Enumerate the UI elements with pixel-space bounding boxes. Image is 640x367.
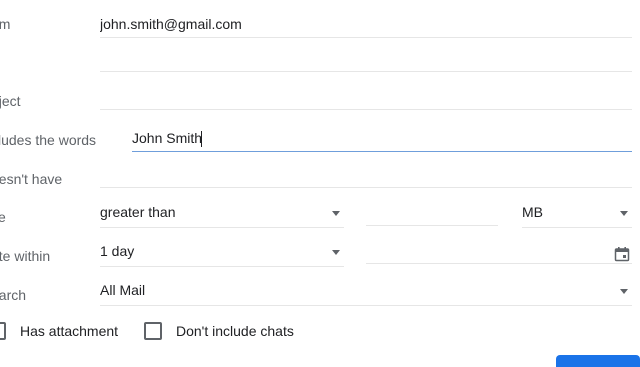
subject-input[interactable] xyxy=(100,82,632,109)
search-scope-label: earch xyxy=(0,287,27,303)
subject-field[interactable] xyxy=(100,82,632,110)
size-label: ze xyxy=(0,209,6,225)
calendar-icon[interactable] xyxy=(614,246,630,262)
search-scope-select[interactable]: All Mail xyxy=(100,278,632,306)
doesnt-have-input[interactable] xyxy=(100,160,632,187)
to-input[interactable] xyxy=(100,44,632,71)
text-cursor xyxy=(201,131,202,147)
doesnt-have-field[interactable] xyxy=(100,160,632,188)
date-input[interactable] xyxy=(366,236,632,263)
from-input[interactable] xyxy=(100,10,632,37)
date-range-select[interactable]: 1 day xyxy=(100,239,344,267)
size-unit-value: MB xyxy=(522,204,543,220)
doesnt-have-label: oesn't have xyxy=(0,171,63,187)
chevron-down-icon xyxy=(620,211,628,216)
search-scope-value: All Mail xyxy=(100,282,146,298)
date-within-label: ate within xyxy=(0,248,51,264)
chevron-down-icon xyxy=(620,289,628,294)
dont-include-chats-label[interactable]: Don't include chats xyxy=(176,323,294,339)
has-words-field[interactable] xyxy=(132,124,632,152)
has-words-label: cludes the words xyxy=(0,132,97,148)
date-field[interactable] xyxy=(366,236,632,264)
subject-label: bject xyxy=(0,93,21,109)
date-range-value: 1 day xyxy=(100,243,135,259)
has-words-input[interactable] xyxy=(132,124,632,151)
from-field[interactable] xyxy=(100,10,632,38)
search-button[interactable] xyxy=(556,355,640,367)
from-label: om xyxy=(0,16,11,32)
has-attachment-label[interactable]: Has attachment xyxy=(20,323,118,339)
search-filters-panel: om o bject cludes the words oesn't have … xyxy=(0,0,640,367)
size-amount-field[interactable] xyxy=(366,198,498,226)
has-attachment-checkbox[interactable] xyxy=(0,322,6,340)
size-comparator-value: greater than xyxy=(100,204,176,220)
size-unit-select[interactable]: MB xyxy=(522,200,632,228)
size-amount-input[interactable] xyxy=(366,198,498,225)
size-comparator-select[interactable]: greater than xyxy=(100,200,344,228)
to-field[interactable] xyxy=(100,44,632,72)
chevron-down-icon xyxy=(332,250,340,255)
dont-include-chats-checkbox[interactable] xyxy=(144,322,162,340)
chevron-down-icon xyxy=(332,211,340,216)
